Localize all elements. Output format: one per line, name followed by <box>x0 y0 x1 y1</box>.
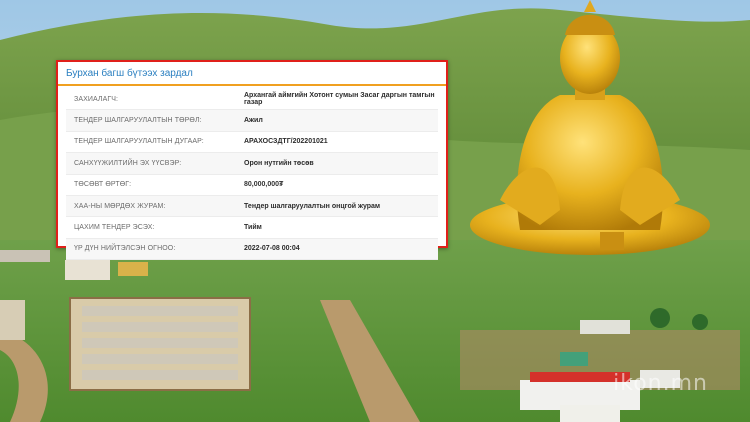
row-value: Ажил <box>244 117 263 125</box>
row-label: ЗАХИАЛАГЧ: <box>74 95 119 103</box>
row-value: 2022-07-08 00:04 <box>244 245 300 253</box>
row-label: ХАА-НЫ МӨРДӨХ ЖУРАМ: <box>74 202 166 210</box>
row-value: 80,000,000₮ <box>244 181 284 189</box>
row-customer: ЗАХИАЛАГЧ: Архангай аймгийн Хотонт сумын… <box>66 89 438 111</box>
card-title: Бурхан багш бүтээх зардал <box>66 67 193 79</box>
row-label: ҮР ДҮН НИЙТЭЛСЭН ОГНОО: <box>74 245 176 253</box>
row-label: ТЕНДЕР ШАЛГАРУУЛАЛТЫН ТӨРӨЛ: <box>74 117 202 125</box>
row-funding-source: САНХҮҮЖИЛТИЙН ЭХ ҮҮСВЭР: Орон нутгийн тө… <box>66 153 438 175</box>
row-tender-number: ТЕНДЕР ШАЛГАРУУЛАЛТЫН ДУГААР: АРАХОСЗДТГ… <box>66 132 438 154</box>
row-procedure: ХАА-НЫ МӨРДӨХ ЖУРАМ: Тендер шалгаруулалт… <box>66 195 438 218</box>
row-value: Архангай аймгийн Хотонт сумын Засаг дарг… <box>244 92 435 107</box>
tender-info-card: Бурхан багш бүтээх зардал ЗАХИАЛАГЧ: Арх… <box>56 60 448 261</box>
card-header: Бурхан багш бүтээх зардал <box>58 62 446 86</box>
row-budget: ТӨСӨВТ ӨРТӨГ: 80,000,000₮ <box>66 175 438 196</box>
row-label: ТЕНДЕР ШАЛГАРУУЛАЛТЫН ДУГААР: <box>74 138 204 146</box>
row-result-date: ҮР ДҮН НИЙТЭЛСЭН ОГНОО: 2022-07-08 00:04 <box>66 238 438 261</box>
row-label: ТӨСӨВТ ӨРТӨГ: <box>74 181 132 189</box>
row-value: АРАХОСЗДТГ/202201021 <box>244 138 328 146</box>
row-value: Тендер шалгаруулалтын онцгой журам <box>244 202 381 210</box>
watermark-logo: ikon.mn <box>613 371 708 396</box>
row-label: САНХҮҮЖИЛТИЙН ЭХ ҮҮСВЭР: <box>74 159 182 167</box>
row-tender-type: ТЕНДЕР ШАЛГАРУУЛАЛТЫН ТӨРӨЛ: Ажил <box>66 110 438 132</box>
tender-details-list: ЗАХИАЛАГЧ: Архангай аймгийн Хотонт сумын… <box>58 86 446 261</box>
row-electronic-tender: ЦАХИМ ТЕНДЕР ЭСЭХ: Тийм <box>66 217 438 239</box>
row-value: Тийм <box>244 224 262 232</box>
row-label: ЦАХИМ ТЕНДЕР ЭСЭХ: <box>74 224 155 232</box>
row-value: Орон нутгийн төсөв <box>244 159 314 167</box>
